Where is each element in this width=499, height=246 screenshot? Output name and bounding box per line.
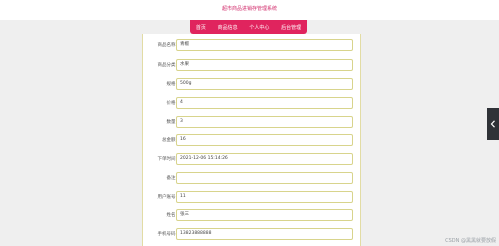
nav-product-info[interactable]: 商品信息 — [218, 24, 238, 31]
phone-input[interactable]: 13823888888 — [176, 228, 353, 240]
phone-label: 手机号码: — [157, 232, 177, 237]
main-navbar: 首页 商品信息 个人中心 后台管理 — [190, 20, 307, 34]
form-row-spec: 规格: 500g — [143, 78, 360, 90]
watermark: CSDN @黑黑就要放假 — [445, 238, 496, 244]
form-row-account: 用户账号: 11 — [143, 191, 360, 203]
nav-admin[interactable]: 后台管理 — [281, 24, 301, 31]
nav-personal-center[interactable]: 个人中心 — [249, 24, 269, 31]
form-row-order-time: 下单时间: 2021-12-06 15:14:26 — [143, 153, 360, 165]
form-row-remark: 备注: — [143, 172, 360, 184]
form-row-price: 价格: 4 — [143, 97, 360, 109]
form-row-category: 商品分类: 水果 — [143, 59, 360, 71]
quantity-input[interactable]: 3 — [176, 116, 353, 128]
total-label: 总金额: — [161, 138, 177, 143]
account-input[interactable]: 11 — [176, 191, 353, 203]
site-title: 超市商品进销存管理系统 — [221, 6, 277, 12]
form-row-total: 总金额: 16 — [143, 134, 360, 146]
account-label: 用户账号: — [157, 195, 177, 200]
product-name-input[interactable]: 青椒 — [176, 39, 353, 51]
remark-input[interactable] — [176, 172, 353, 184]
nav-home[interactable]: 首页 — [196, 24, 206, 31]
form-row-phone: 手机号码: 13823888888 — [143, 228, 360, 240]
category-input[interactable]: 水果 — [176, 59, 353, 71]
chevron-left-icon — [490, 120, 495, 128]
page: 超市商品进销存管理系统 首页 商品信息 个人中心 后台管理 商品名称: 青椒 商… — [0, 0, 499, 246]
total-input[interactable]: 16 — [176, 134, 353, 146]
form-row-name: 姓名: 张三 — [143, 209, 360, 221]
spec-input[interactable]: 500g — [176, 78, 353, 90]
form-row-product-name: 商品名称: 青椒 — [143, 39, 360, 51]
price-input[interactable]: 4 — [176, 97, 353, 109]
product-name-label: 商品名称: — [157, 43, 177, 48]
form-row-quantity: 数量: 3 — [143, 116, 360, 128]
side-collapse-tab[interactable] — [487, 108, 499, 140]
order-detail-form: 商品名称: 青椒 商品分类: 水果 规格: 500g 价格: 4 数量: 3 总… — [142, 34, 361, 246]
site-header: 超市商品进销存管理系统 — [0, 0, 499, 20]
order-time-label: 下单时间: — [157, 157, 177, 162]
category-label: 商品分类: — [157, 63, 177, 68]
name-input[interactable]: 张三 — [176, 209, 353, 221]
order-time-input[interactable]: 2021-12-06 15:14:26 — [176, 153, 353, 165]
